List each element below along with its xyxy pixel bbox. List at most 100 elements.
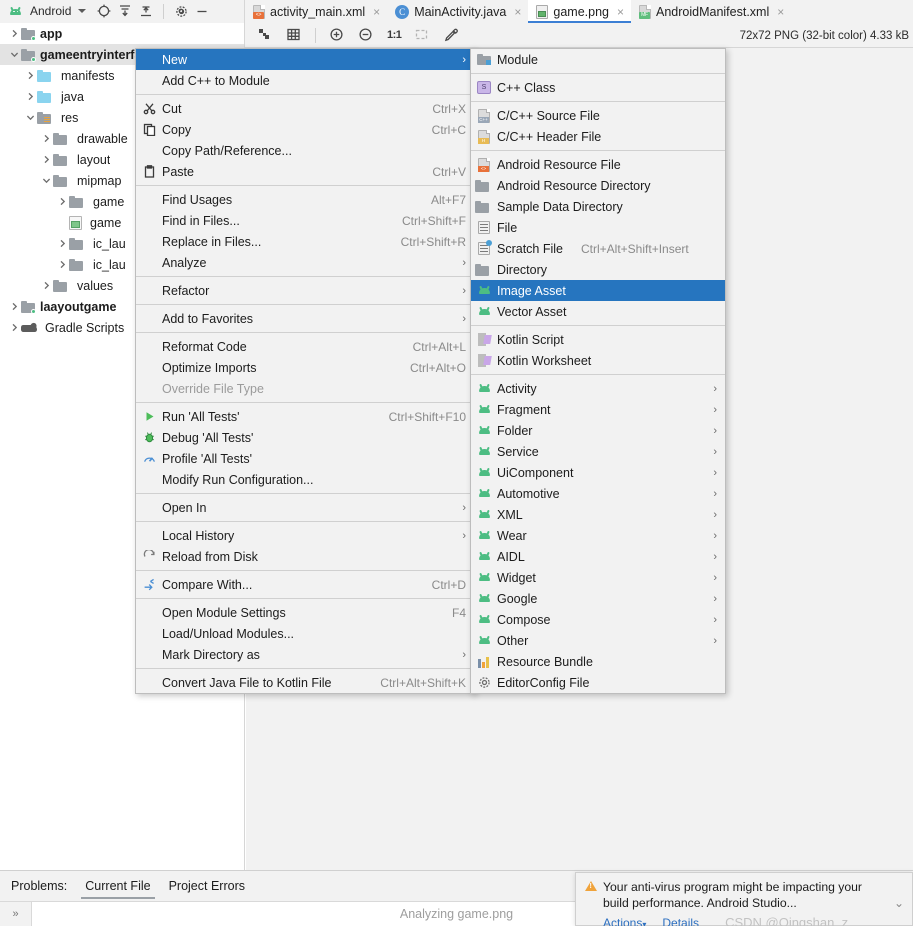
menu-item-android-resource-file[interactable]: <> Android Resource File [471,154,725,175]
menu-item-run--all-tests-[interactable]: Run 'All Tests' Ctrl+Shift+F10 [136,406,474,427]
chevron-down-icon[interactable] [78,9,87,13]
menu-item-vector-asset[interactable]: Vector Asset [471,301,725,322]
chevron-down-icon[interactable] [24,113,37,122]
menu-item-xml[interactable]: XML › [471,504,725,525]
chevron-right-icon[interactable] [40,134,53,143]
menu-item-scratch-file[interactable]: Scratch File Ctrl+Alt+Shift+Insert [471,238,725,259]
menu-item-new[interactable]: New › [136,49,474,70]
color-picker-icon[interactable] [443,27,459,43]
close-icon[interactable]: × [617,6,624,18]
actions-link[interactable]: Actions▾ [603,916,646,926]
menu-item-file[interactable]: File [471,217,725,238]
copy-icon [143,123,156,136]
gear-icon[interactable] [174,4,188,18]
menu-item-modify-run-configuration---[interactable]: Modify Run Configuration... [136,469,474,490]
menu-item-editorconfig-file[interactable]: EditorConfig File [471,672,725,693]
close-icon[interactable]: × [373,6,380,18]
chevron-down-icon[interactable] [8,50,21,59]
menu-item-activity[interactable]: Activity › [471,378,725,399]
menu-item-module[interactable]: Module [471,49,725,70]
tab-current-file[interactable]: Current File [81,871,155,902]
menu-item-kotlin-worksheet[interactable]: Kotlin Worksheet [471,350,725,371]
chevron-right-icon[interactable] [24,71,37,80]
menu-item-reformat-code[interactable]: Reformat Code Ctrl+Alt+L [136,336,474,357]
fit-to-window-icon[interactable] [414,27,430,43]
chevron-right-icon[interactable] [8,29,21,38]
menu-item-compare-with---[interactable]: Compare With... Ctrl+D [136,574,474,595]
menu-item-resource-bundle[interactable]: Resource Bundle [471,651,725,672]
editor-tab-game-png[interactable]: game.png × [528,0,631,23]
chevron-down-icon[interactable]: ⌄ [894,896,904,911]
target-crosshair-icon[interactable] [97,4,111,18]
menu-item-add-c++-to-module[interactable]: Add C++ to Module [136,70,474,91]
menu-item-other[interactable]: Other › [471,630,725,651]
editor-tab-mainactivity-java[interactable]: C MainActivity.java × [387,0,529,23]
menu-item-fragment[interactable]: Fragment › [471,399,725,420]
menu-item-uicomponent[interactable]: UiComponent › [471,462,725,483]
expand-all-icon[interactable] [118,4,132,18]
menu-item-c-c++-header-file[interactable]: H C/C++ Header File [471,126,725,147]
menu-item-c++-class[interactable]: S C++ Class [471,77,725,98]
menu-item-automotive[interactable]: Automotive › [471,483,725,504]
menu-item-kotlin-script[interactable]: Kotlin Script [471,329,725,350]
chevron-right-icon[interactable] [56,239,69,248]
menu-item-debug--all-tests-[interactable]: Debug 'All Tests' [136,427,474,448]
menu-item-service[interactable]: Service › [471,441,725,462]
menu-item-reload-from-disk[interactable]: Reload from Disk [136,546,474,567]
zoom-in-icon[interactable] [329,27,345,43]
menu-item-paste[interactable]: Paste Ctrl+V [136,161,474,182]
menu-item-profile--all-tests-[interactable]: Profile 'All Tests' [136,448,474,469]
chevron-right-icon[interactable] [8,323,21,332]
collapse-all-icon[interactable] [139,4,153,18]
chevron-right-icon[interactable] [56,260,69,269]
menu-item-find-in-files---[interactable]: Find in Files... Ctrl+Shift+F [136,210,474,231]
menu-item-compose[interactable]: Compose › [471,609,725,630]
editor-tab-androidmanifest-xml[interactable]: MF AndroidManifest.xml × [631,0,792,23]
menu-item-widget[interactable]: Widget › [471,567,725,588]
menu-item-replace-in-files---[interactable]: Replace in Files... Ctrl+Shift+R [136,231,474,252]
chevron-right-icon[interactable] [40,281,53,290]
menu-item-c-c++-source-file[interactable]: C++ C/C++ Source File [471,105,725,126]
menu-item-open-in[interactable]: Open In › [136,497,474,518]
top-bar: Android <> activity_main.xml × C MainActivit… [0,0,913,23]
menu-item-directory[interactable]: Directory [471,259,725,280]
menu-item-mark-directory-as[interactable]: Mark Directory as › [136,644,474,665]
zoom-out-icon[interactable] [358,27,374,43]
menu-item-wear[interactable]: Wear › [471,525,725,546]
tree-item-app[interactable]: app [0,23,244,44]
transparency-grid-icon[interactable] [257,27,273,43]
menu-item-google[interactable]: Google › [471,588,725,609]
menu-item-find-usages[interactable]: Find Usages Alt+F7 [136,189,474,210]
menu-item-open-module-settings[interactable]: Open Module Settings F4 [136,602,474,623]
close-icon[interactable]: × [777,6,784,18]
menu-item-image-asset[interactable]: Image Asset [471,280,725,301]
menu-item-local-history[interactable]: Local History › [136,525,474,546]
menu-item-optimize-imports[interactable]: Optimize Imports Ctrl+Alt+O [136,357,474,378]
chevron-right-icon[interactable] [56,197,69,206]
chevron-down-icon[interactable] [40,176,53,185]
menu-item-copy[interactable]: Copy Ctrl+C [136,119,474,140]
tab-project-errors[interactable]: Project Errors [169,871,245,902]
actual-size-label[interactable]: 1:1 [387,29,402,41]
close-icon[interactable]: × [514,6,521,18]
menu-item-load-unload-modules---[interactable]: Load/Unload Modules... [136,623,474,644]
menu-item-analyze[interactable]: Analyze › [136,252,474,273]
chevron-right-icon[interactable] [40,155,53,164]
menu-item-folder[interactable]: Folder › [471,420,725,441]
expand-panel-toggle[interactable]: » [0,901,32,926]
menu-item-sample-data-directory[interactable]: Sample Data Directory [471,196,725,217]
minimize-icon[interactable] [195,4,209,18]
chevron-right-icon[interactable] [24,92,37,101]
menu-item-add-to-favorites[interactable]: Add to Favorites › [136,308,474,329]
details-link[interactable]: Details [662,916,699,926]
menu-item-cut[interactable]: Cut Ctrl+X [136,98,474,119]
menu-item-copy-path-reference---[interactable]: Copy Path/Reference... [136,140,474,161]
menu-item-refactor[interactable]: Refactor › [136,280,474,301]
grid-icon[interactable] [286,27,302,43]
menu-item-aidl[interactable]: AIDL › [471,546,725,567]
chevron-right-icon[interactable] [8,302,21,311]
menu-item-override-file-type[interactable]: Override File Type [136,378,474,399]
menu-item-convert-java-file-to-kotlin-file[interactable]: Convert Java File to Kotlin File Ctrl+Alt… [136,672,474,693]
menu-item-android-resource-directory[interactable]: Android Resource Directory [471,175,725,196]
editor-tab-activity-main-xml[interactable]: <> activity_main.xml × [245,0,388,23]
